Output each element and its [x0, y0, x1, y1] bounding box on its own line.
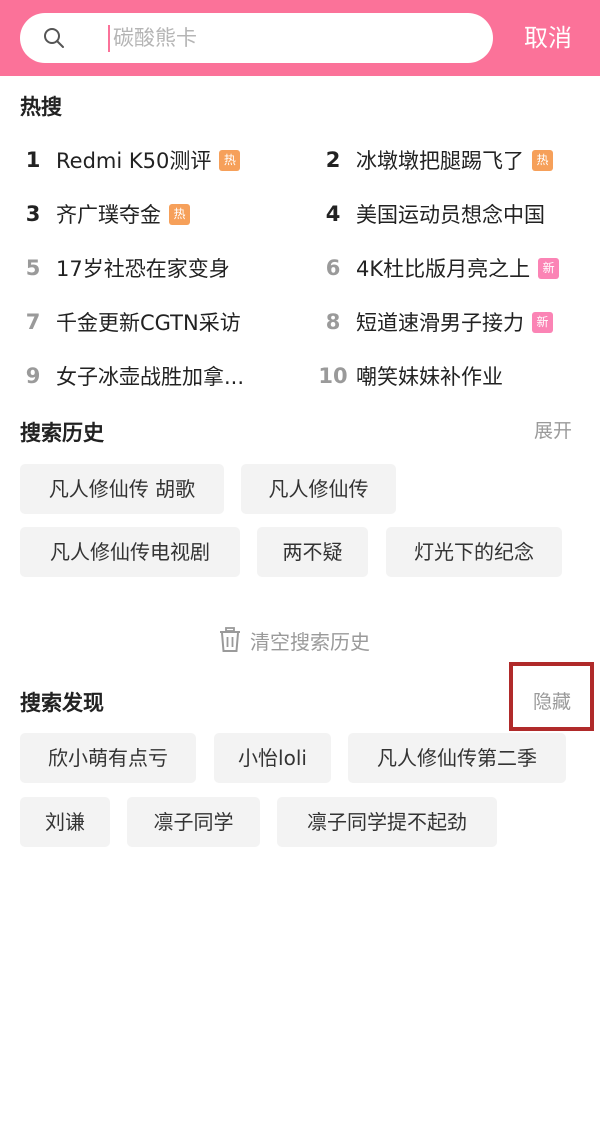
hot-rank: 9	[25, 364, 41, 388]
hot-title: 冰墩墩把腿踢飞了	[356, 149, 524, 173]
hot-rank: 8	[325, 310, 341, 334]
hot-item[interactable]: 8 短道速滑男子接力 新	[318, 304, 588, 340]
search-header: 取消	[0, 0, 600, 76]
hot-search-title: 热搜	[20, 95, 62, 119]
discover-tag[interactable]: 欣小萌有点亏	[20, 733, 196, 783]
hot-item[interactable]: 5 17岁社恐在家变身	[18, 250, 288, 286]
history-tag[interactable]: 两不疑	[257, 527, 368, 577]
hot-title: 千金更新CGTN采访	[56, 311, 241, 335]
discover-tag[interactable]: 凡人修仙传第二季	[348, 733, 566, 783]
search-box[interactable]	[20, 13, 493, 63]
history-tag[interactable]: 凡人修仙传	[241, 464, 396, 514]
hot-badge: 热	[532, 149, 553, 171]
hot-item[interactable]: 7 千金更新CGTN采访	[18, 304, 288, 340]
expand-button[interactable]: 展开	[534, 416, 572, 446]
hide-button[interactable]: 隐藏	[533, 687, 571, 717]
cancel-button[interactable]: 取消	[510, 20, 586, 56]
discover-tag[interactable]: 刘谦	[20, 797, 110, 847]
hot-rank: 7	[25, 310, 41, 334]
hot-item[interactable]: 1 Redmi K50测评 热	[18, 142, 288, 178]
hot-title: 17岁社恐在家变身	[56, 257, 230, 281]
search-history-title: 搜索历史	[20, 421, 104, 445]
hot-title: Redmi K50测评	[56, 149, 212, 173]
hot-item[interactable]: 6 4K杜比版月亮之上 新	[318, 250, 588, 286]
text-caret	[108, 25, 110, 52]
search-icon	[44, 28, 64, 48]
hot-title: 短道速滑男子接力	[356, 311, 524, 335]
hot-title: 齐广璞夺金	[56, 203, 161, 227]
clear-history-label: 清空搜索历史	[250, 629, 370, 654]
history-tag[interactable]: 灯光下的纪念	[386, 527, 562, 577]
history-tag[interactable]: 凡人修仙传 胡歌	[20, 464, 224, 514]
hot-rank: 2	[325, 148, 341, 172]
hot-item[interactable]: 3 齐广璞夺金 热	[18, 196, 288, 232]
hot-rank: 3	[25, 202, 41, 226]
history-tag[interactable]: 凡人修仙传电视剧	[20, 527, 240, 577]
hot-title: 4K杜比版月亮之上	[356, 257, 531, 281]
hot-title: 美国运动员想念中国	[356, 203, 545, 227]
hot-item[interactable]: 9 女子冰壶战胜加拿...	[18, 358, 288, 394]
hot-item[interactable]: 10 嘲笑妹妹补作业	[318, 358, 588, 394]
hot-rank: 5	[25, 256, 41, 280]
discover-tag[interactable]: 凛子同学提不起劲	[277, 797, 497, 847]
hot-badge: 热	[219, 149, 241, 171]
hot-item[interactable]: 4 美国运动员想念中国	[318, 196, 588, 232]
new-badge: 新	[538, 257, 560, 279]
search-discover-title: 搜索发现	[20, 691, 104, 715]
hot-rank: 1	[25, 148, 41, 172]
hot-title: 女子冰壶战胜加拿...	[56, 365, 245, 389]
search-input[interactable]	[113, 13, 473, 63]
clear-history-button[interactable]: 清空搜索历史	[218, 624, 370, 656]
hot-badge: 热	[169, 203, 190, 225]
hot-item[interactable]: 2 冰墩墩把腿踢飞了 热	[318, 142, 588, 178]
hot-rank: 10	[318, 364, 348, 388]
discover-tag[interactable]: 小怡loli	[214, 733, 331, 783]
hot-rank: 4	[325, 202, 341, 226]
discover-tag[interactable]: 凛子同学	[127, 797, 260, 847]
new-badge: 新	[532, 311, 553, 333]
hot-title: 嘲笑妹妹补作业	[356, 365, 503, 389]
trash-icon	[220, 627, 240, 652]
hot-rank: 6	[325, 256, 341, 280]
